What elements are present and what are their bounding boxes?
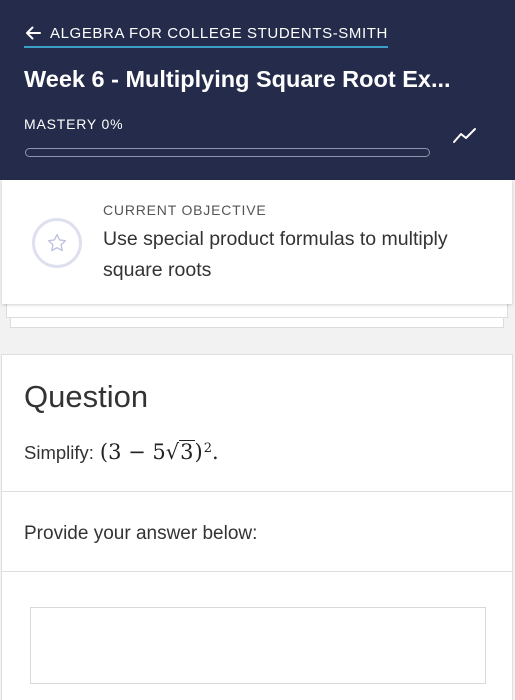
math-expression: (3 − 5 √ 3 ) 2 .: [100, 440, 219, 464]
question-panel: Question Simplify: (3 − 5 √ 3 ) 2 . Prov…: [1, 354, 513, 700]
mastery-label: MASTERY 0%: [24, 116, 123, 132]
page-title: Week 6 - Multiplying Square Root Ex...: [24, 66, 451, 92]
trend-chart-icon[interactable]: [452, 126, 478, 146]
objective-kicker: CURRENT OBJECTIVE: [103, 202, 267, 218]
radical-sign: √: [165, 440, 180, 464]
math-period: .: [212, 440, 219, 464]
square-root: √ 3: [166, 440, 195, 464]
radicand: 3: [179, 440, 195, 464]
star-icon: [47, 233, 67, 252]
back-to-course-link[interactable]: ALGEBRA FOR COLLEGE STUDENTS-SMITH: [24, 24, 388, 48]
exponent: 2: [203, 440, 213, 456]
mastery-progress-bar: [25, 148, 430, 157]
mastery-percentage: 0%: [101, 116, 124, 132]
math-close: ): [194, 440, 203, 464]
answer-input[interactable]: [30, 607, 486, 684]
question-heading: Question: [24, 379, 149, 414]
objective-text: Use special product formulas to multiply…: [103, 228, 448, 281]
current-objective-card[interactable]: CURRENT OBJECTIVE Use special product fo…: [2, 180, 512, 304]
objective-star-badge: [32, 218, 82, 268]
mastery-label-text: MASTERY: [24, 116, 97, 132]
divider: [2, 491, 512, 492]
math-open: (3 − 5: [99, 440, 166, 464]
arrow-left-icon: [26, 26, 41, 40]
course-name: ALGEBRA FOR COLLEGE STUDENTS-SMITH: [50, 24, 388, 42]
question-text: Simplify: (3 − 5 √ 3 ) 2 .: [24, 440, 219, 464]
course-header: ALGEBRA FOR COLLEGE STUDENTS-SMITH Week …: [0, 0, 515, 180]
divider: [2, 571, 512, 572]
answer-prompt: Provide your answer below:: [24, 523, 258, 544]
question-prompt: Simplify:: [24, 442, 94, 463]
